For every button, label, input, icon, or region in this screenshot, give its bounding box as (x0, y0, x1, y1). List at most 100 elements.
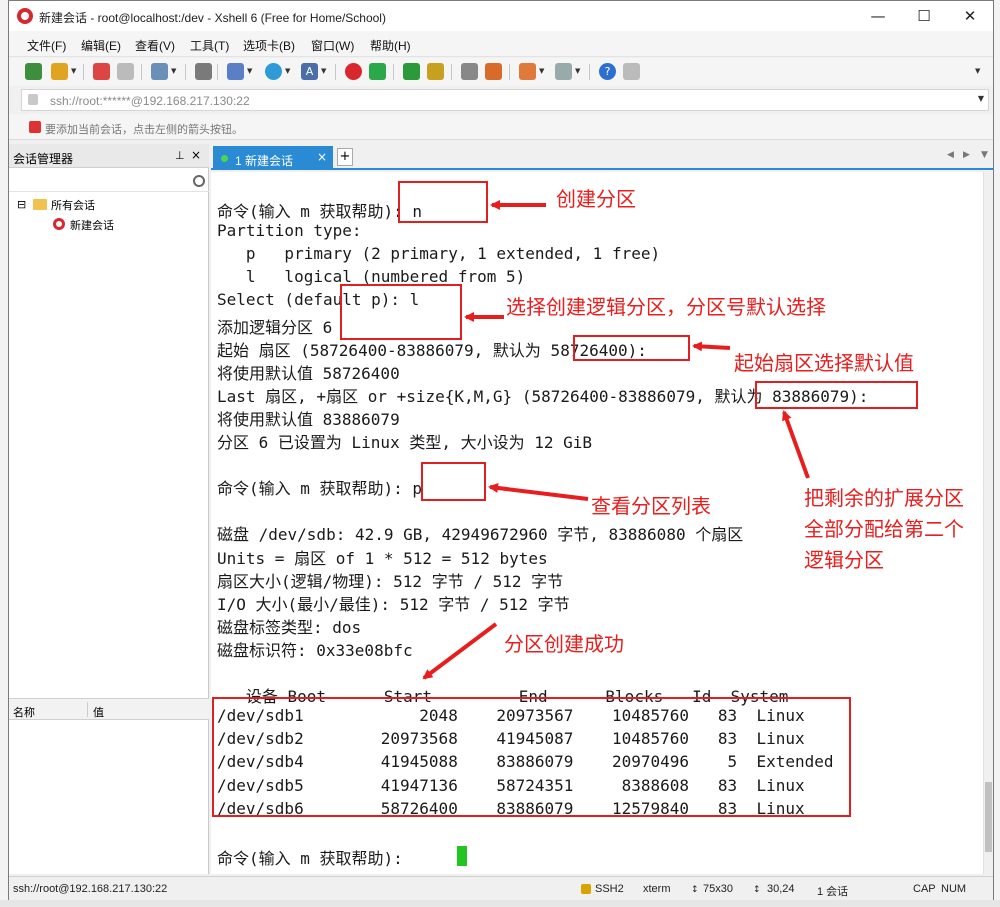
session-icon (53, 218, 65, 230)
xshell-icon[interactable] (345, 63, 362, 80)
add-tab-button[interactable]: + (337, 148, 353, 166)
menu-view[interactable]: 查看(V) (135, 37, 175, 54)
props-col-name: 名称 (13, 707, 35, 719)
terminal-line: 命令(输入 m 获取帮助): n (217, 202, 423, 221)
status-dot-icon (221, 155, 228, 162)
status-cursor-pos: 30,24 (767, 883, 795, 895)
menu-edit[interactable]: 编辑(E) (81, 37, 121, 54)
add-tab-icon[interactable] (519, 63, 536, 80)
xftp-icon[interactable] (369, 63, 386, 80)
chevron-down-icon[interactable]: ▼ (321, 67, 326, 75)
chevron-down-icon[interactable]: ▼ (247, 67, 252, 75)
chevron-down-icon[interactable]: ▼ (71, 67, 76, 75)
menu-tools[interactable]: 工具(T) (190, 37, 229, 54)
tree-item-new-session[interactable]: 新建会话 (70, 217, 114, 233)
chevron-down-icon[interactable]: ▼ (575, 67, 580, 75)
status-term: xterm (643, 883, 671, 895)
highlight-box-last-sector (755, 381, 918, 409)
font-icon[interactable]: A (301, 63, 318, 80)
annotation-remaining-1: 把剩余的扩展分区 (804, 486, 964, 510)
new-session-icon[interactable] (25, 63, 42, 80)
menu-tabs[interactable]: 选项卡(B) (243, 37, 295, 54)
menu-window[interactable]: 窗口(W) (311, 37, 354, 54)
highlight-icon[interactable] (485, 63, 502, 80)
lock-icon (581, 884, 591, 894)
help-icon[interactable]: ? (599, 63, 616, 80)
status-bar: ssh://root@192.168.217.130:22 SSH2 xterm… (9, 876, 993, 900)
terminal-line: 磁盘标签类型: dos (217, 617, 362, 637)
session-manager-title: 会话管理器 (13, 152, 74, 166)
pin-icon[interactable]: ⊥ (175, 149, 185, 162)
highlight-box-p (421, 462, 486, 501)
properties-header: 名称 值 (9, 698, 209, 720)
highlight-box-partition-table (212, 697, 851, 817)
annotation-select-logical: 选择创建逻辑分区，分区号默认选择 (506, 295, 826, 319)
tree-toggle[interactable]: ⊟ (17, 198, 26, 211)
hint-text: 要添加当前会话，点击左侧的箭头按钮。 (45, 124, 243, 136)
session-search[interactable] (9, 172, 209, 192)
chat-icon[interactable] (623, 63, 640, 80)
props-col-value: 值 (93, 707, 104, 719)
tab-prev-icon[interactable]: ◀ (947, 150, 954, 160)
properties-icon[interactable] (151, 63, 168, 80)
annotation-create-partition: 创建分区 (556, 187, 636, 211)
chevron-down-icon[interactable]: ▼ (285, 67, 290, 75)
tab-new-session[interactable]: 1 新建会话 × (213, 146, 333, 170)
status-protocol: SSH2 (595, 883, 624, 895)
chevron-down-icon[interactable]: ▼ (539, 67, 544, 75)
chevron-down-icon[interactable]: ▼ (171, 67, 176, 75)
highlight-box-start-sector (573, 335, 690, 361)
tree-item-all-sessions[interactable]: 所有会话 (51, 197, 95, 213)
terminal-line: 分区 6 已设置为 Linux 类型, 大小设为 12 GiB (217, 433, 593, 452)
status-connection: ssh://root@192.168.217.130:22 (13, 883, 168, 895)
folder-icon (33, 199, 47, 210)
fullscreen-icon[interactable] (403, 63, 420, 80)
session-manager-header: 会话管理器 ⊥ × (9, 144, 209, 168)
disconnect-icon[interactable] (117, 63, 134, 80)
lock-icon[interactable] (427, 63, 444, 80)
terminal-scrollbar[interactable] (983, 172, 993, 874)
annotation-view-list: 查看分区列表 (591, 494, 711, 518)
globe-icon[interactable] (265, 63, 282, 80)
status-num: NUM (941, 883, 967, 895)
terminal-line: I/O 大小(最小/最佳): 512 字节 / 512 字节 (217, 594, 570, 614)
menu-file[interactable]: 文件(F) (27, 37, 66, 54)
open-folder-icon[interactable] (51, 63, 68, 80)
tab-list-icon[interactable]: ▼ (981, 150, 988, 160)
terminal-line: Units = 扇区 of 1 * 512 = 512 bytes (217, 548, 548, 568)
address-bar[interactable]: ssh://root:******@192.168.217.130:22 ▼ (21, 89, 989, 111)
window-layout-icon[interactable] (555, 63, 572, 80)
keyboard-icon[interactable] (461, 63, 478, 80)
bookmark-arrow-icon[interactable] (29, 121, 41, 133)
search-icon[interactable] (193, 175, 205, 187)
maximize-button[interactable]: ☐ (901, 1, 947, 31)
xshell-app-icon (17, 8, 33, 24)
annotation-success: 分区创建成功 (504, 632, 624, 656)
menu-bar: 文件(F) 编辑(E) 查看(V) 工具(T) 选项卡(B) 窗口(W) 帮助(… (9, 31, 993, 57)
annotation-start-sector: 起始扇区选择默认值 (734, 351, 914, 375)
chevron-down-icon[interactable]: ▼ (978, 94, 984, 103)
terminal-line: 命令(输入 m 获取帮助): p (217, 479, 423, 499)
tab-next-icon[interactable]: ▶ (963, 150, 970, 160)
lock-icon (28, 94, 38, 105)
search-icon[interactable] (195, 63, 212, 80)
size-icon: ↕ (691, 885, 699, 895)
chevron-down-icon[interactable]: ▼ (975, 67, 980, 75)
toolbar: ▼ ▼ ▼ ▼ A ▼ ▼ ▼ ? ▼ (9, 58, 993, 86)
address-text[interactable]: ssh://root:******@192.168.217.130:22 (50, 94, 250, 108)
status-size: 75x30 (703, 883, 733, 895)
reconnect-icon[interactable] (93, 63, 110, 80)
tab-close-icon[interactable]: × (317, 150, 327, 164)
terminal-line: 将使用默认值 58726400 (217, 363, 400, 383)
background-taskbar (0, 900, 1000, 907)
menu-help[interactable]: 帮助(H) (370, 37, 411, 54)
minimize-button[interactable]: — (855, 1, 901, 31)
title-bar: 新建会话 - root@localhost:/dev - Xshell 6 (F… (9, 1, 993, 31)
close-button[interactable]: ✕ (947, 1, 993, 31)
close-icon[interactable]: × (191, 148, 201, 162)
terminal-line: Partition type: (217, 221, 362, 241)
scrollbar-thumb[interactable] (985, 782, 992, 852)
annotation-remaining-2: 全部分配给第二个 (804, 517, 964, 541)
session-manager-panel: 会话管理器 ⊥ × ⊟ 所有会话 新建会话 名称 值 (9, 144, 209, 874)
layout-icon[interactable] (227, 63, 244, 80)
